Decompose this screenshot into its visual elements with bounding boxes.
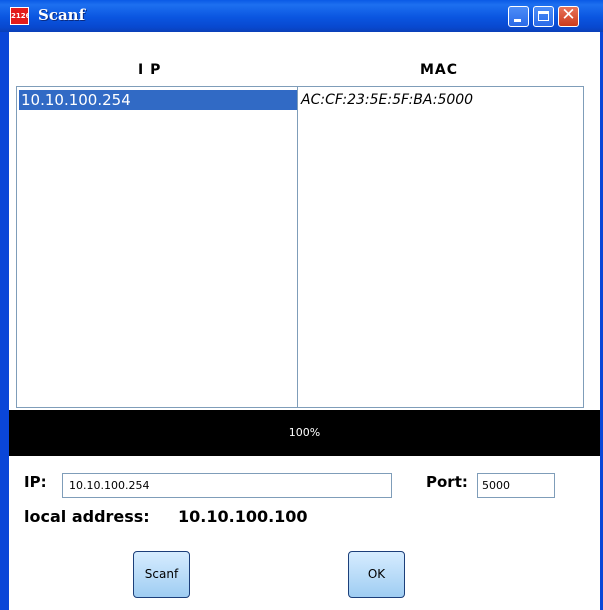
scanf-window: 2126 Scanf ✕ I P MAC 10.10.100.254 AC:CF… xyxy=(0,0,603,610)
list-item-ip[interactable]: 10.10.100.254 xyxy=(19,90,297,110)
maximize-icon xyxy=(538,11,549,21)
window-title: Scanf xyxy=(38,6,86,24)
mac-list[interactable]: AC:CF:23:5E:5F:BA:5000 xyxy=(297,86,584,408)
ip-list[interactable]: 10.10.100.254 xyxy=(16,86,298,408)
ip-label: IP: xyxy=(24,473,47,491)
port-field[interactable] xyxy=(477,473,555,498)
title-bar[interactable]: 2126 Scanf ✕ xyxy=(0,0,603,32)
scan-progress-bar: 100% xyxy=(9,410,600,456)
close-button[interactable]: ✕ xyxy=(558,5,579,27)
local-address-label: local address: xyxy=(24,507,150,526)
app-logo-icon: 2126 xyxy=(10,7,29,25)
minimize-button[interactable] xyxy=(508,6,529,27)
column-header-ip[interactable]: I P xyxy=(138,62,161,78)
progress-label: 100% xyxy=(288,426,321,439)
scanf-button[interactable]: Scanf xyxy=(133,551,190,598)
minimize-icon xyxy=(514,19,521,22)
column-header-mac[interactable]: MAC xyxy=(420,62,458,78)
local-address-value: 10.10.100.100 xyxy=(178,507,308,526)
ok-button[interactable]: OK xyxy=(348,551,405,598)
ip-field[interactable] xyxy=(62,473,392,498)
maximize-button[interactable] xyxy=(533,6,554,27)
port-label: Port: xyxy=(426,473,468,491)
close-icon: ✕ xyxy=(561,5,576,25)
window-border-left xyxy=(0,32,9,610)
list-item-mac[interactable]: AC:CF:23:5E:5F:BA:5000 xyxy=(301,92,473,108)
